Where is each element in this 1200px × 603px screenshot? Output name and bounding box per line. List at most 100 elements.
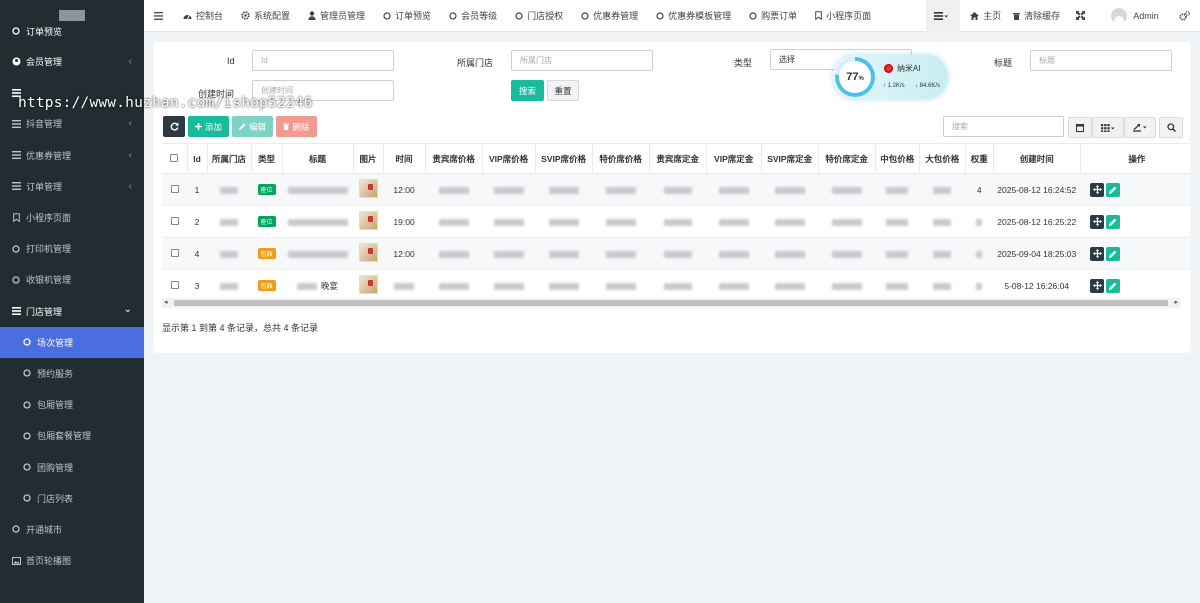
nav-dashboard[interactable]: 控制台 bbox=[183, 0, 223, 32]
nav-ticket-orders[interactable]: 购票订单 bbox=[749, 0, 797, 32]
search-button[interactable]: 搜索 bbox=[511, 80, 544, 101]
sidebar-item-douyin[interactable]: 抖音管理 ‹ bbox=[0, 108, 144, 139]
search-toggle-button[interactable] bbox=[1159, 117, 1183, 138]
column-header[interactable]: 贵宾席定金 bbox=[649, 143, 707, 174]
sidebar-item-order-preview[interactable]: 订单预览 bbox=[0, 22, 144, 40]
ai-percent-unit: % bbox=[858, 75, 864, 82]
type-cell: 包厢 bbox=[251, 269, 283, 298]
table-search-input[interactable] bbox=[943, 116, 1064, 137]
sidebar-item-banners[interactable]: 首页轮播图 bbox=[0, 545, 144, 576]
nav-coupons[interactable]: 优惠券管理 bbox=[581, 0, 638, 32]
ai-speed-widget[interactable]: 77% 纳米AI ↑ 1.2K/s ↓ 84.6K/s bbox=[833, 55, 948, 99]
column-header[interactable]: 中包价格 bbox=[875, 143, 920, 174]
sidebar-item-cities[interactable]: 开通城市 bbox=[0, 514, 144, 545]
move-icon bbox=[1092, 185, 1102, 194]
sidebar-item-reservations[interactable]: 预约服务 bbox=[0, 358, 144, 389]
fullscreen-button[interactable] bbox=[1076, 0, 1089, 32]
column-header[interactable]: VIP席定金 bbox=[706, 143, 762, 174]
sidebar-item-printer[interactable]: 打印机管理 bbox=[0, 233, 144, 264]
column-header[interactable]: 类型 bbox=[251, 143, 283, 174]
sidebar-item-group-buy[interactable]: 团购管理 bbox=[0, 451, 144, 482]
row-checkbox[interactable] bbox=[170, 184, 179, 193]
column-header[interactable]: 创建时间 bbox=[993, 143, 1081, 174]
edit-button[interactable]: 编辑 bbox=[232, 116, 273, 137]
nav-order-preview[interactable]: 订单预览 bbox=[383, 0, 431, 32]
select-all-checkbox[interactable] bbox=[170, 153, 179, 162]
row-edit-button[interactable] bbox=[1106, 182, 1121, 197]
sidebar-item-stores[interactable]: 门店管理 ⌄ bbox=[0, 296, 144, 327]
column-header[interactable]: 贵宾席价格 bbox=[425, 143, 483, 174]
toggle-view-button[interactable] bbox=[1068, 117, 1092, 138]
column-header[interactable]: 所属门店 bbox=[207, 143, 252, 174]
drag-button[interactable] bbox=[1090, 246, 1105, 261]
thumbnail-image[interactable] bbox=[358, 243, 378, 262]
column-header[interactable]: 权重 bbox=[965, 143, 994, 174]
column-header[interactable]: 图片 bbox=[353, 143, 384, 174]
columns-button[interactable] bbox=[1092, 117, 1124, 138]
sidebar-item-orders[interactable]: 订单管理 ‹ bbox=[0, 171, 144, 202]
drag-button[interactable] bbox=[1090, 278, 1105, 293]
scroll-left-icon[interactable]: ◂ bbox=[164, 298, 168, 306]
thumbnail-image[interactable] bbox=[358, 275, 378, 294]
nav-home[interactable]: 主页 bbox=[970, 0, 1001, 32]
refresh-button[interactable] bbox=[163, 116, 185, 137]
column-header[interactable]: 标题 bbox=[282, 143, 354, 174]
scrollbar-thumb[interactable] bbox=[174, 300, 1168, 306]
sidebar-item-rooms[interactable]: 包厢管理 bbox=[0, 389, 144, 420]
nav-admins[interactable]: 管理员管理 bbox=[308, 0, 365, 32]
column-header[interactable]: Id bbox=[187, 143, 208, 174]
delete-button[interactable]: 删除 bbox=[276, 116, 317, 137]
nav-system-config[interactable]: 系统配置 bbox=[241, 0, 290, 32]
row-checkbox[interactable] bbox=[170, 280, 179, 289]
table-row[interactable]: 2 座位 19:00 2025-08-12 16:25:22 bbox=[162, 205, 1190, 238]
column-header[interactable]: 时间 bbox=[383, 143, 426, 174]
thumbnail-image[interactable] bbox=[358, 211, 378, 230]
sidebar-item-store-list[interactable]: 门店列表 bbox=[0, 483, 144, 514]
title-suffix: 晚宴 bbox=[321, 280, 339, 291]
horizontal-scrollbar[interactable]: ◂ ▸ bbox=[162, 298, 1180, 308]
nav-member-levels[interactable]: 会员等级 bbox=[449, 0, 497, 32]
export-button[interactable] bbox=[1124, 117, 1156, 138]
sidebar-item-cashier[interactable]: 收银机管理 bbox=[0, 264, 144, 295]
row-edit-button[interactable] bbox=[1106, 246, 1121, 261]
id-input[interactable] bbox=[252, 50, 394, 71]
sidebar-item-members[interactable]: 会员管理 ‹ bbox=[0, 46, 144, 77]
table-icon bbox=[1076, 123, 1084, 132]
title-input[interactable] bbox=[1030, 50, 1172, 71]
row-checkbox[interactable] bbox=[170, 216, 179, 225]
row-edit-button[interactable] bbox=[1106, 278, 1121, 293]
table-row[interactable]: 4 包厢 12:00 2025-09-04 18:25:03 bbox=[162, 237, 1190, 270]
topbar: 控制台 系统配置 管理员管理 订单预览 会员等级 门店授权 优惠券管理 优惠券模… bbox=[144, 0, 1200, 32]
reset-button[interactable]: 重置 bbox=[547, 80, 579, 101]
nav-coupon-templates[interactable]: 优惠券模板管理 bbox=[656, 0, 731, 32]
drag-button[interactable] bbox=[1090, 214, 1105, 229]
store-input[interactable] bbox=[511, 50, 653, 71]
row-edit-button[interactable] bbox=[1106, 214, 1121, 229]
column-header[interactable]: 特价席价格 bbox=[592, 143, 650, 174]
add-button[interactable]: 添加 bbox=[188, 116, 229, 137]
column-header[interactable]: VIP席价格 bbox=[482, 143, 536, 174]
table-row[interactable]: 1 座位 12:00 4 2025-08-12 16:24:52 bbox=[162, 173, 1190, 206]
nav-label: 购票订单 bbox=[761, 11, 798, 21]
table-row[interactable]: 3 包厢 晚宴 5-08-12 16:26:04 bbox=[162, 269, 1190, 298]
nav-store-auth[interactable]: 门店授权 bbox=[515, 0, 563, 32]
column-header[interactable]: SVIP席定金 bbox=[761, 143, 819, 174]
nav-menu-dropdown[interactable] bbox=[926, 0, 961, 32]
sidebar-item-coupons[interactable]: 优惠券管理 ‹ bbox=[0, 140, 144, 171]
nav-miniprogram[interactable]: 小程序页面 bbox=[815, 0, 871, 32]
scroll-right-icon[interactable]: ▸ bbox=[1174, 298, 1178, 306]
drag-button[interactable] bbox=[1090, 182, 1105, 197]
sidebar-item-room-packages[interactable]: 包厢套餐管理 bbox=[0, 420, 144, 451]
column-header[interactable]: 大包价格 bbox=[919, 143, 966, 174]
column-header[interactable]: 特价席定金 bbox=[818, 143, 876, 174]
sidebar-item-miniprogram[interactable]: 小程序页面 bbox=[0, 202, 144, 233]
user-menu[interactable]: Admin bbox=[1111, 0, 1159, 32]
sidebar-toggle-button[interactable] bbox=[154, 0, 167, 32]
row-checkbox[interactable] bbox=[170, 248, 179, 257]
time-value: 12:00 bbox=[393, 248, 415, 259]
settings-button[interactable] bbox=[1179, 0, 1194, 32]
nav-clear-cache[interactable]: 清除缓存 bbox=[1013, 0, 1060, 32]
thumbnail-image[interactable] bbox=[358, 179, 378, 198]
sidebar-item-sessions[interactable]: 场次管理 bbox=[0, 326, 144, 358]
column-header[interactable]: SVIP席价格 bbox=[535, 143, 593, 174]
